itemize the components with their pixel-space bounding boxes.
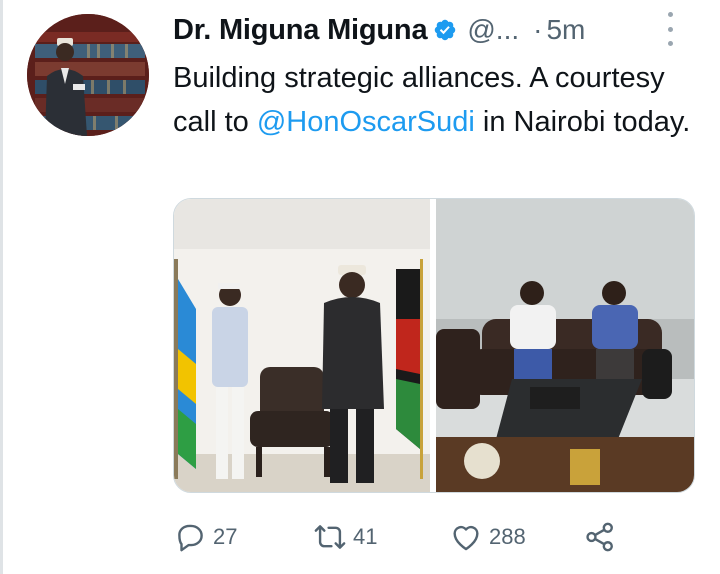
- tweet-text: Building strategic alliances. A courtesy…: [173, 56, 713, 144]
- author-avatar[interactable]: [27, 14, 149, 136]
- like-count: 288: [489, 524, 526, 549]
- share-icon: [586, 522, 613, 552]
- retweet-button[interactable]: 41: [313, 514, 377, 560]
- like-button[interactable]: 288: [449, 514, 526, 560]
- tweet-media: [173, 198, 695, 493]
- author-name[interactable]: Dr. Miguna Miguna: [173, 14, 428, 47]
- tweet-timestamp[interactable]: 5m: [546, 14, 585, 46]
- retweet-icon: [314, 525, 346, 549]
- separator-dot: ·: [533, 14, 543, 45]
- verified-badge-icon: [435, 19, 456, 41]
- avatar-image: [27, 14, 149, 136]
- reply-count: 27: [213, 524, 238, 549]
- tweet-text-end: in Nairobi today.: [474, 106, 691, 138]
- more-options-icon[interactable]: [663, 12, 677, 46]
- photo-image: [436, 199, 694, 492]
- retweet-count: 41: [353, 524, 378, 549]
- media-photo-2[interactable]: [436, 199, 694, 492]
- share-button[interactable]: [583, 514, 617, 560]
- author-handle[interactable]: @...: [467, 14, 519, 46]
- media-photo-1[interactable]: [174, 199, 430, 492]
- tweet-actions: 27 41 288: [173, 514, 693, 560]
- reply-button[interactable]: 27: [173, 514, 237, 560]
- tweet-header: Dr. Miguna Miguna @... · 5m: [173, 10, 693, 50]
- mention-link[interactable]: @HonOscarSudi: [257, 106, 475, 138]
- timeline-border: [0, 0, 3, 574]
- photo-image: [174, 199, 430, 492]
- like-icon: [453, 525, 479, 551]
- reply-icon: [178, 524, 203, 552]
